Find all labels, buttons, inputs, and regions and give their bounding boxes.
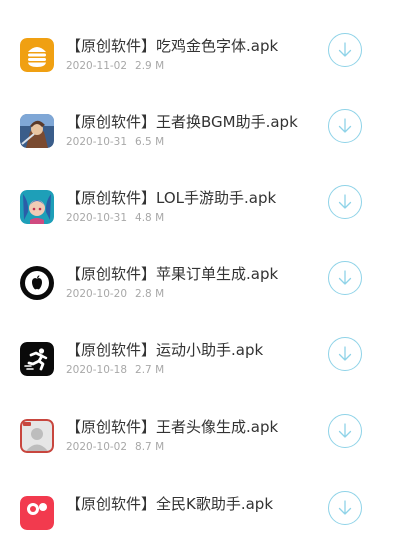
app-date: 2020-10-02 [66,441,128,453]
app-size: 8.7 M [135,441,165,453]
download-arrow-icon [338,270,352,285]
list-item[interactable]: 【原创软件】吃鸡金色字体.apk 2020-11-02 2.9 M [0,33,400,98]
download-button[interactable] [328,491,362,525]
list-item[interactable]: 【原创软件】运动小助手.apk 2020-10-18 2.7 M [0,337,400,402]
list-item[interactable]: 【原创软件】全民K歌助手.apk [0,491,400,556]
app-title[interactable]: 【原创软件】吃鸡金色字体.apk [66,35,278,56]
list-item[interactable]: 【原创软件】苹果订单生成.apk 2020-10-20 2.8 M [0,261,400,326]
app-title[interactable]: 【原创软件】王者换BGM助手.apk [66,111,298,132]
lol-champion-icon [20,190,54,224]
app-meta: 2020-10-31 6.5 M [66,136,164,148]
chicken-burger-icon [20,38,54,72]
apple-icon [20,266,54,300]
app-size: 2.9 M [135,60,165,72]
app-meta: 2020-10-02 8.7 M [66,441,164,453]
download-arrow-icon [338,423,352,438]
runner-icon [20,342,54,376]
app-date: 2020-10-20 [66,288,128,300]
list-item[interactable]: 【原创软件】王者头像生成.apk 2020-10-02 8.7 M [0,414,400,479]
app-title[interactable]: 【原创软件】运动小助手.apk [66,339,263,360]
karaoke-icon [20,496,54,530]
download-button[interactable] [328,337,362,371]
app-size: 2.7 M [135,364,165,376]
download-button[interactable] [328,33,362,67]
app-title[interactable]: 【原创软件】苹果订单生成.apk [66,263,278,284]
download-arrow-icon [338,42,352,57]
app-date: 2020-11-02 [66,60,128,72]
app-meta: 2020-10-18 2.7 M [66,364,164,376]
download-button[interactable] [328,261,362,295]
download-arrow-icon [338,194,352,209]
app-title[interactable]: 【原创软件】LOL手游助手.apk [66,187,276,208]
list-item[interactable]: 【原创软件】王者换BGM助手.apk 2020-10-31 6.5 M [0,109,400,174]
app-date: 2020-10-18 [66,364,128,376]
app-title[interactable]: 【原创软件】全民K歌助手.apk [66,493,273,514]
app-date: 2020-10-31 [66,136,128,148]
list-item[interactable]: 【原创软件】LOL手游助手.apk 2020-10-31 4.8 M [0,185,400,250]
app-download-list: 【原创软件】吃鸡金色字体.apk 2020-11-02 2.9 M 【原创软件】王… [0,0,400,530]
avatar-icon [20,419,54,453]
app-size: 4.8 M [135,212,165,224]
app-meta: 2020-10-31 4.8 M [66,212,164,224]
game-hero-icon [20,114,54,148]
download-arrow-icon [338,346,352,361]
app-meta: 2020-10-20 2.8 M [66,288,164,300]
app-date: 2020-10-31 [66,212,128,224]
app-meta: 2020-11-02 2.9 M [66,60,164,72]
download-button[interactable] [328,109,362,143]
download-button[interactable] [328,414,362,448]
download-button[interactable] [328,185,362,219]
download-arrow-icon [338,500,352,515]
app-size: 2.8 M [135,288,165,300]
download-arrow-icon [338,118,352,133]
app-size: 6.5 M [135,136,165,148]
app-title[interactable]: 【原创软件】王者头像生成.apk [66,416,278,437]
